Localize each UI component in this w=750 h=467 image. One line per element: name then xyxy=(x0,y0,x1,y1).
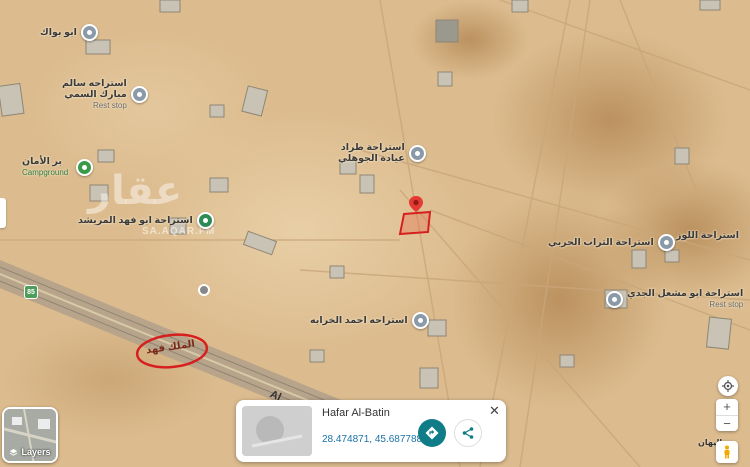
place-coordinates[interactable]: 28.474871, 45.687788 xyxy=(322,434,422,445)
place-marker-icon xyxy=(411,312,429,329)
place-pin-abu-fahd[interactable]: استراحة ابو فهد المريشد xyxy=(78,212,214,229)
place-label: استراحه احمد الخرابه xyxy=(310,315,408,326)
place-label: بر الأمان Campground xyxy=(22,156,69,177)
place-pin-abu-bawak[interactable]: ابو بواك xyxy=(40,24,98,41)
zoom-in-button[interactable]: + xyxy=(716,399,738,416)
place-pin-turab[interactable]: استراحة التراب الحربي xyxy=(548,234,675,251)
pegman-icon xyxy=(724,445,730,459)
star-marker-icon xyxy=(196,212,214,229)
place-title: Hafar Al-Batin xyxy=(322,407,390,419)
place-marker-icon xyxy=(606,290,623,308)
place-label: استراحة التراب الحربي xyxy=(548,237,654,248)
layers-icon xyxy=(10,448,18,456)
layers-button[interactable]: Layers xyxy=(2,407,58,463)
directions-icon xyxy=(425,426,439,440)
zoom-out-button[interactable]: − xyxy=(716,416,738,432)
share-icon xyxy=(462,427,474,439)
side-panel-handle[interactable] xyxy=(0,198,6,228)
place-label: استراحه سالم مبارك السمي Rest stop xyxy=(62,78,127,110)
place-thumbnail[interactable] xyxy=(242,406,312,456)
place-label: ابو بواك xyxy=(40,27,77,38)
small-place-marker-icon[interactable] xyxy=(198,284,210,296)
campground-marker-icon xyxy=(76,158,94,176)
place-marker-icon xyxy=(657,234,675,251)
my-location-button[interactable] xyxy=(718,376,738,396)
share-button[interactable] xyxy=(454,419,482,447)
place-marker-icon xyxy=(130,86,148,103)
crosshair-icon xyxy=(722,380,734,392)
selected-location-pin-icon[interactable] xyxy=(408,196,424,212)
place-label: استراحة طراد عيادة الجوهلي xyxy=(338,142,405,164)
place-label: استراحة اللوز xyxy=(676,230,740,241)
place-label: استراحة ابو فهد المريشد xyxy=(78,215,193,226)
place-pin-abu-mishal[interactable]: استراحة ابو مشعل الجدي Rest stop xyxy=(606,288,743,310)
place-pin-salem[interactable]: استراحه سالم مبارك السمي Rest stop xyxy=(62,78,148,111)
route-shield: 85 xyxy=(24,285,38,299)
zoom-control[interactable]: + − xyxy=(716,399,738,431)
directions-button[interactable] xyxy=(418,419,446,447)
place-info-card[interactable]: Hafar Al-Batin 28.474871, 45.687788 ✕ xyxy=(236,400,506,462)
place-pin-tarad[interactable]: استراحة طراد عيادة الجوهلي xyxy=(338,142,426,164)
place-pin-alloz[interactable]: استراحة اللوز xyxy=(676,230,739,241)
place-pin-campground[interactable]: بر الأمان Campground xyxy=(22,156,94,178)
place-marker-icon xyxy=(80,24,98,41)
place-marker-icon xyxy=(408,144,426,162)
watermark-logo: عقار xyxy=(88,169,183,213)
layers-label-row: Layers xyxy=(4,447,56,457)
street-view-pegman-button[interactable] xyxy=(716,441,738,463)
place-label: استراحة ابو مشعل الجدي Rest stop xyxy=(627,288,744,309)
place-pin-ahmad[interactable]: استراحه احمد الخرابه xyxy=(310,312,429,329)
close-icon[interactable]: ✕ xyxy=(489,403,500,419)
